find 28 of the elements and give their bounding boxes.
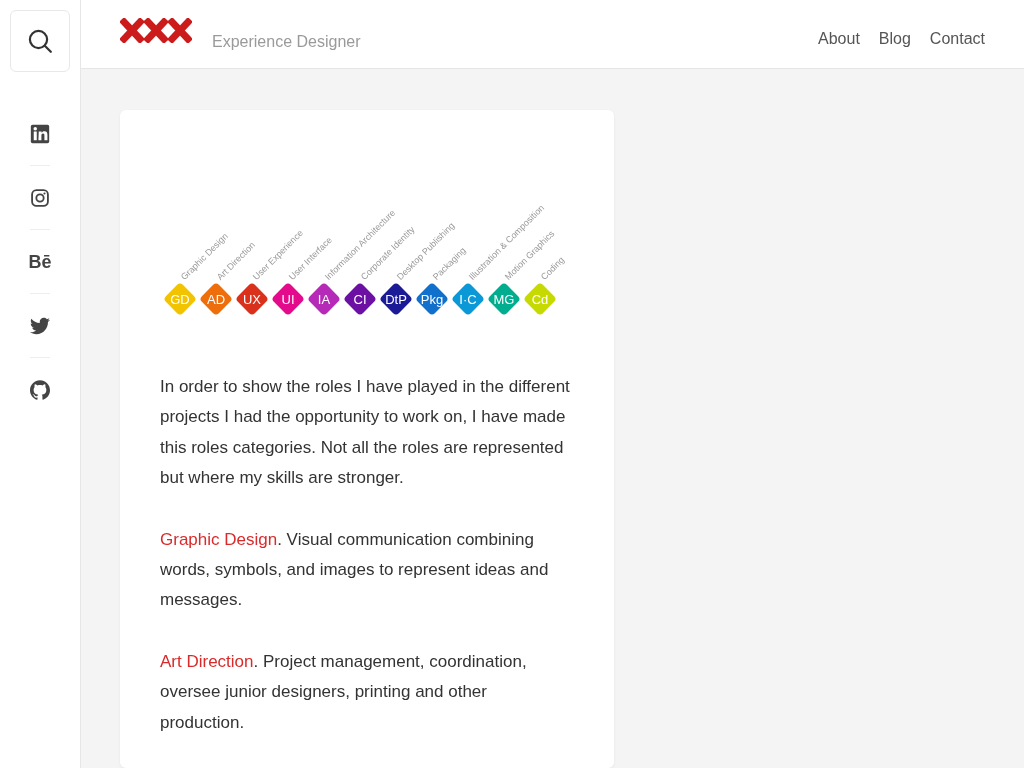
role-tile: I·C	[451, 282, 485, 316]
nav-link[interactable]: About	[818, 29, 860, 49]
logo-icon[interactable]	[120, 18, 192, 43]
paragraph: Art Direction. Project management, coordination, oversee junior designers, printing and other production.	[160, 650, 528, 734]
role-tile: Pkg	[415, 282, 449, 316]
tagline: Experience Designer	[212, 32, 361, 52]
behance-link[interactable]: Bē	[28, 251, 52, 272]
search-icon	[28, 29, 52, 53]
twitter-bird-icon[interactable]	[30, 315, 50, 336]
role-tile: AD	[199, 282, 233, 316]
search-button[interactable]	[10, 10, 70, 72]
role-tile: IA	[307, 282, 341, 316]
role-tile: MG	[487, 282, 521, 316]
nav-link[interactable]: Blog	[878, 29, 911, 49]
nav-link[interactable]: Contact	[929, 29, 985, 49]
paragraph: Graphic Design. Visual communication combining words, symbols, and images to represent ideas and messages.	[160, 528, 550, 612]
role-tile: UX	[235, 282, 269, 316]
term-link[interactable]: Graphic Design	[160, 529, 278, 549]
role-tile: CI	[343, 282, 377, 316]
role-tile: DtP	[379, 282, 413, 316]
linkedin-icon[interactable]	[30, 123, 50, 144]
paragraph: In order to show the roles I have played in the different projects I had the opportunity to work on, I have made this roles categories. Not all the roles are represented but where my skills are stronger.	[160, 376, 571, 490]
role-tile: UI	[271, 282, 305, 316]
instagram-icon[interactable]	[30, 187, 50, 208]
role-tile: Cd	[523, 282, 557, 316]
github-icon[interactable]	[30, 379, 50, 400]
role-tile: GD	[163, 282, 197, 316]
term-link[interactable]: Art Direction	[160, 651, 254, 671]
